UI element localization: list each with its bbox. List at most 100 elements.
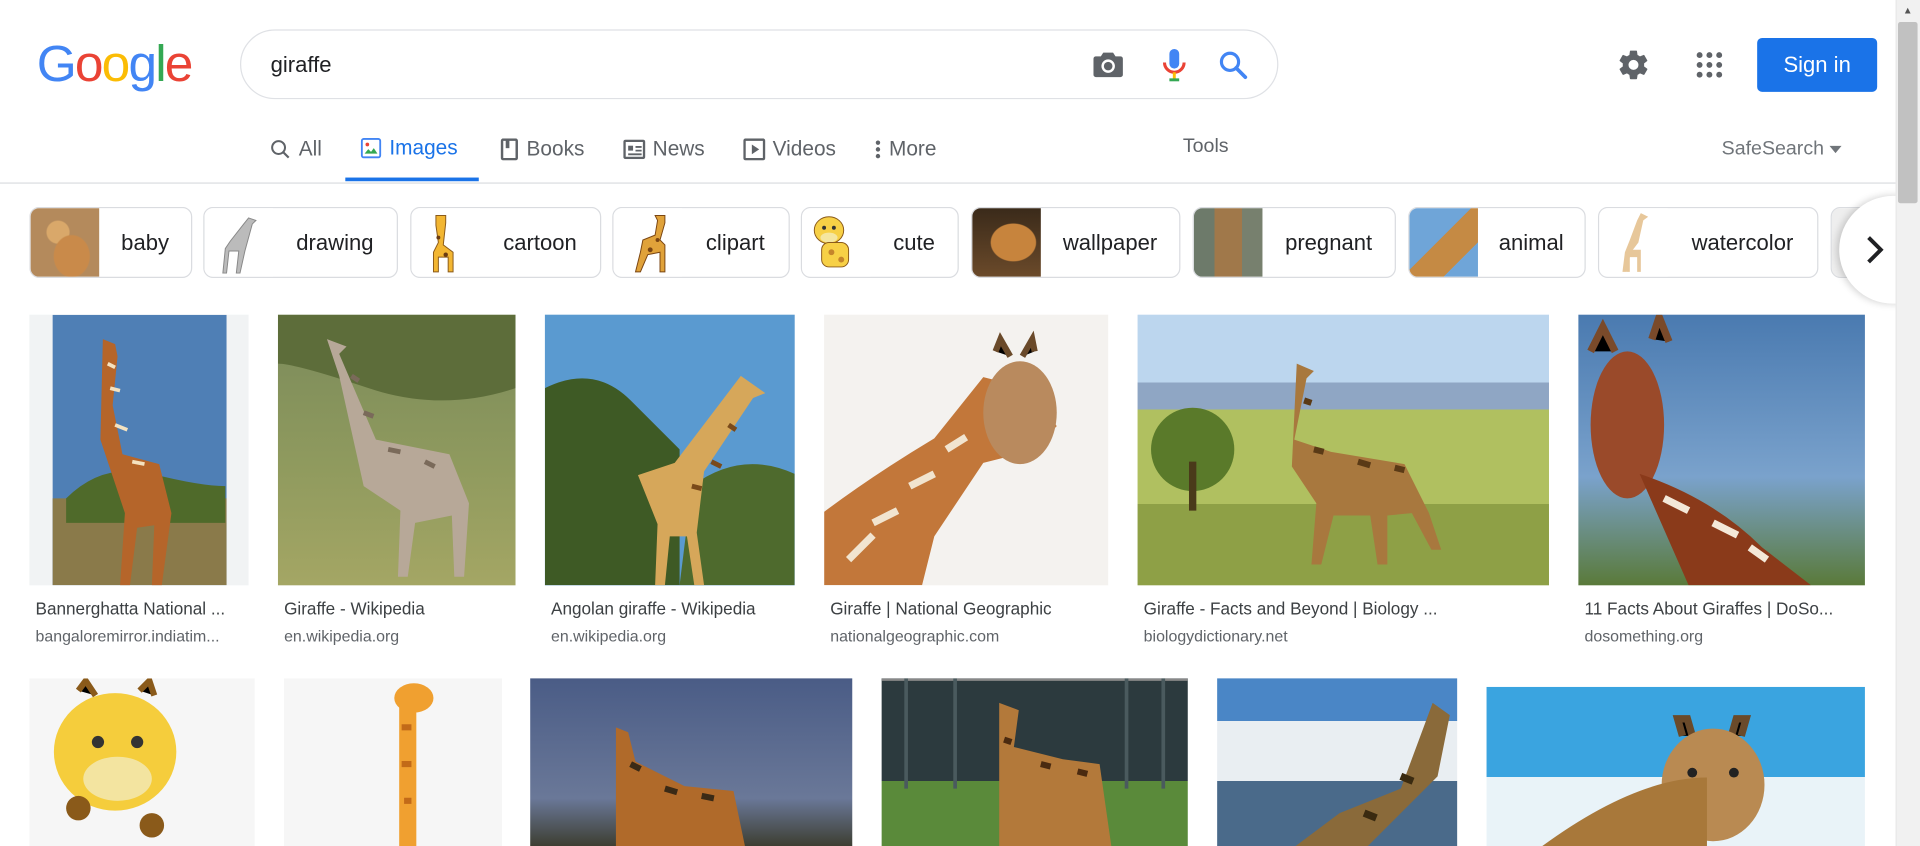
logo-letter: o: [74, 34, 104, 92]
gear-icon[interactable]: [1611, 43, 1655, 87]
chip-label: baby: [121, 229, 170, 255]
chip-clipart[interactable]: clipart: [612, 206, 790, 278]
tab-label: Books: [526, 137, 585, 161]
result-title[interactable]: Giraffe - Wikipedia: [284, 599, 517, 619]
search-input[interactable]: [270, 50, 1055, 80]
chip-label: clipart: [705, 229, 765, 255]
chip-thumbnail: [1193, 208, 1263, 277]
apps-grid-icon[interactable]: [1687, 43, 1731, 87]
scrollbar-thumb[interactable]: [1897, 22, 1918, 204]
tab-all[interactable]: All: [269, 118, 322, 182]
chip-label: watercolor: [1691, 229, 1794, 255]
chip-thumbnail: [1599, 208, 1668, 277]
result-image: [29, 678, 255, 846]
result-title[interactable]: Giraffe - Facts and Beyond | Biology ...: [1144, 599, 1548, 619]
image-result[interactable]: [1217, 678, 1458, 846]
image-result[interactable]: Giraffe | National Geographic nationalge…: [824, 314, 1109, 651]
result-image: [29, 314, 249, 586]
chip-label: pregnant: [1285, 229, 1373, 255]
mic-icon[interactable]: [1157, 48, 1191, 82]
result-title[interactable]: 11 Facts About Giraffes | DoSo...: [1585, 599, 1864, 619]
image-result[interactable]: [1486, 686, 1865, 846]
result-source: en.wikipedia.org: [551, 626, 667, 646]
search-tabs: All Images Books News Videos More: [0, 118, 1896, 184]
chip-cute[interactable]: cute: [800, 206, 959, 278]
logo-letter: G: [36, 34, 77, 92]
result-image: [544, 314, 795, 586]
tab-videos[interactable]: Videos: [743, 118, 836, 182]
chip-thumbnail: [613, 208, 683, 277]
chip-label: drawing: [296, 229, 374, 255]
result-image: [530, 678, 853, 846]
chip-label: wallpaper: [1062, 229, 1158, 255]
image-result[interactable]: [284, 678, 503, 846]
logo-letter: e: [164, 34, 194, 92]
image-result[interactable]: [29, 678, 255, 846]
search-icon[interactable]: [1216, 48, 1250, 82]
result-source: biologydictionary.net: [1143, 626, 1288, 646]
logo-letter: l: [155, 34, 166, 92]
chip-watercolor[interactable]: watercolor: [1597, 206, 1819, 278]
result-title[interactable]: Giraffe | National Geographic: [830, 599, 1109, 619]
sign-in-button[interactable]: Sign in: [1757, 37, 1878, 92]
image-result[interactable]: 11 Facts About Giraffes | DoSo... dosome…: [1578, 314, 1865, 651]
chip-wallpaper[interactable]: wallpaper: [971, 206, 1181, 278]
tab-images[interactable]: Images: [345, 118, 479, 182]
more-vert-icon: [875, 140, 881, 159]
chip-drawing[interactable]: drawing: [203, 206, 398, 278]
related-searches-chips: baby drawing cartoon clipart cute wallpa…: [29, 206, 1891, 280]
logo-letter: g: [128, 34, 157, 92]
tab-label: More: [888, 137, 937, 161]
result-title[interactable]: Bannerghatta National ...: [36, 599, 247, 619]
tab-news[interactable]: News: [623, 118, 705, 182]
result-title[interactable]: Angolan giraffe - Wikipedia: [551, 599, 796, 619]
result-image: [284, 678, 503, 846]
chip-pregnant[interactable]: pregnant: [1192, 206, 1396, 278]
safesearch-dropdown[interactable]: SafeSearch: [1722, 138, 1842, 160]
book-icon: [500, 138, 518, 161]
chip-label: animal: [1498, 229, 1564, 255]
chip-thumbnail: [411, 208, 481, 277]
chip-baby[interactable]: baby: [29, 206, 193, 278]
tab-label: News: [652, 137, 705, 161]
chip-thumbnail: [1409, 208, 1478, 277]
image-result[interactable]: [530, 678, 853, 846]
image-result[interactable]: Angolan giraffe - Wikipedia en.wikipedia…: [544, 314, 796, 651]
result-source: dosomething.org: [1584, 626, 1704, 646]
result-image: [1137, 314, 1549, 586]
chip-label: cute: [893, 229, 935, 255]
result-image: [1217, 678, 1458, 846]
news-icon: [623, 139, 646, 160]
result-image: [277, 314, 516, 586]
tab-more[interactable]: More: [874, 118, 936, 182]
play-icon: [743, 138, 766, 161]
chip-thumbnail: [802, 208, 871, 277]
safesearch-label: SafeSearch: [1721, 138, 1825, 160]
result-source: nationalgeographic.com: [830, 626, 1000, 646]
tab-books[interactable]: Books: [500, 118, 585, 182]
chip-thumbnail: [30, 208, 100, 277]
result-image: [824, 314, 1109, 586]
result-source: en.wikipedia.org: [284, 626, 400, 646]
image-result[interactable]: Bannerghatta National ... bangaloremirro…: [29, 314, 249, 651]
image-result[interactable]: [881, 678, 1188, 846]
google-logo[interactable]: Google: [36, 34, 194, 92]
image-icon: [360, 137, 382, 158]
image-result[interactable]: Giraffe - Facts and Beyond | Biology ...…: [1137, 314, 1549, 651]
logo-letter: o: [101, 34, 131, 92]
result-source: bangaloremirror.indiatim...: [35, 626, 220, 646]
search-bar: [240, 29, 1279, 100]
chip-thumbnail: [204, 208, 274, 277]
chip-cartoon[interactable]: cartoon: [410, 206, 602, 278]
tab-label: All: [298, 137, 322, 161]
scroll-up-arrow-icon[interactable]: ▲: [1896, 0, 1920, 20]
tab-label: Videos: [772, 137, 836, 161]
camera-icon[interactable]: [1091, 48, 1125, 82]
dropdown-arrow-icon: [1828, 145, 1842, 154]
chip-animal[interactable]: animal: [1408, 206, 1586, 278]
result-image: [1578, 314, 1865, 586]
image-result[interactable]: Giraffe - Wikipedia en.wikipedia.org: [277, 314, 517, 651]
tools-button[interactable]: Tools: [1183, 136, 1229, 158]
tab-label: Images: [389, 135, 458, 159]
search-icon: [271, 140, 290, 159]
